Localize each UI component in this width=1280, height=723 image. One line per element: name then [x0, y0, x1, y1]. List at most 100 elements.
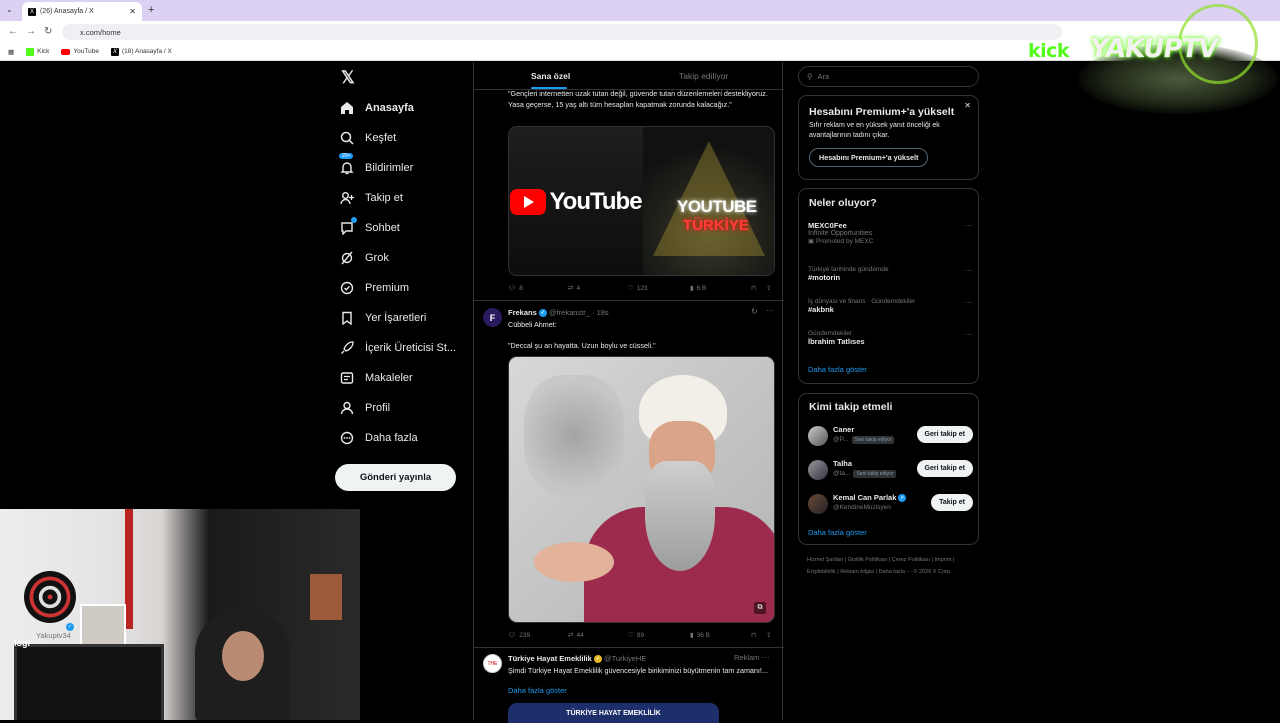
url-input[interactable]: x.com/home	[62, 24, 1062, 40]
x-logo-icon[interactable]: 𝕏	[341, 68, 355, 88]
reload-icon[interactable]: ↻	[44, 26, 52, 37]
tab-for-you[interactable]: Sana özel	[531, 71, 570, 89]
more-options-icon[interactable]: ···	[965, 266, 973, 275]
premium-upgrade-button[interactable]: Hesabını Premium+'a yükselt	[809, 148, 929, 167]
tweet-media[interactable]: YouTube YOUTUBE TÜRKİYE	[508, 126, 775, 276]
follow-suggestion[interactable]: Talha @ta... Seni takip ediyor Geri takip…	[808, 457, 973, 483]
heart-icon: ♡	[628, 632, 634, 639]
tab-search-icon[interactable]: ⌄	[6, 5, 13, 14]
trend-item[interactable]: İş dünyası ve finans · Gündemdekiler #ak…	[808, 298, 973, 314]
repost-button[interactable]: ⇄ 4	[568, 284, 580, 293]
close-icon[interactable]: ✕	[964, 101, 971, 110]
nav-creator-studio[interactable]: İçerik Üreticisi St...	[339, 340, 456, 356]
tweet-photo[interactable]: ⧉	[508, 356, 775, 623]
bookmark-icon: ⊓	[751, 285, 757, 292]
bookmark-x[interactable]: X (18) Anasayfa / X	[110, 47, 172, 56]
tab-following[interactable]: Takip ediliyor	[679, 71, 728, 81]
new-tab-icon[interactable]: +	[148, 4, 154, 16]
follow-suggestion[interactable]: Caner @P... Seni takip ediyor Geri takip …	[808, 423, 973, 449]
grok-explain-icon[interactable]: ↻	[751, 307, 758, 316]
nav-explore[interactable]: Keşfet	[339, 130, 396, 146]
show-more-link[interactable]: Daha fazla göster	[508, 686, 567, 695]
avatar	[808, 426, 828, 446]
reply-button[interactable]: 💬︎ 239	[508, 631, 530, 640]
webcam-frame	[310, 574, 342, 620]
nav-notifications[interactable]: 20+ Bildirimler	[339, 153, 413, 176]
nav-follow[interactable]: Takip et	[339, 190, 403, 206]
trend-item[interactable]: Gündemdekiler İbrahim Tatlıses ···	[808, 330, 973, 346]
heart-icon: ♡	[628, 285, 634, 292]
more-options-icon[interactable]: ···	[766, 306, 774, 315]
follow-button[interactable]: Takip et	[931, 494, 973, 511]
views-icon: ▮	[690, 632, 694, 639]
bookmark-button[interactable]: ⊓	[751, 284, 756, 292]
more-options-icon[interactable]: ···	[965, 221, 973, 230]
youtube-turkiye-sign-image: YOUTUBE TÜRKİYE	[643, 127, 774, 275]
nav-articles[interactable]: Makaleler	[339, 370, 413, 386]
trends-card: Neler oluyor? MEXC0Fee Infinite Opportun…	[798, 188, 979, 384]
tweet-author[interactable]: Türkiye Hayat Emeklilik ✓ @TurkiyeHE	[508, 654, 646, 664]
ad-banner[interactable]: TÜRKİYE HAYAT EMEKLİLİK	[508, 703, 719, 723]
account-more-icon[interactable]: ···	[118, 626, 127, 636]
forward-icon[interactable]: →	[26, 26, 36, 37]
tweet-author[interactable]: Frekans ✓ @frekanstr_ · 18s	[508, 308, 609, 318]
verified-icon: ✓	[538, 309, 547, 318]
nav-grok[interactable]: Grok	[339, 250, 389, 266]
verified-gold-icon: ✓	[593, 655, 602, 664]
repost-button[interactable]: ⇄ 44	[568, 631, 584, 640]
verified-icon: ✓	[898, 494, 907, 503]
chat-icon	[339, 217, 357, 236]
account-switcher[interactable]: akupTV ✓ Yakuptv34	[36, 622, 74, 640]
bookmark-button[interactable]: ⊓	[751, 631, 756, 639]
reply-button[interactable]: 💬︎ 8	[508, 284, 523, 293]
follow-suggestion[interactable]: Kemal Can Parlak ✓ @KendineMuzisyen Taki…	[808, 491, 973, 517]
add-user-icon	[339, 190, 355, 206]
search-icon	[339, 130, 355, 146]
share-button[interactable]: ⇪	[766, 631, 771, 639]
more-options-icon[interactable]: ···	[965, 298, 973, 307]
trend-item[interactable]: MEXC0Fee Infinite Opportunities ▣ Promot…	[808, 221, 973, 245]
webcam-dartboard	[24, 571, 76, 623]
nav-bookmarks[interactable]: Yer İşaretleri	[339, 310, 426, 326]
bookmark-youtube[interactable]: YouTube	[61, 48, 99, 55]
nav-home[interactable]: Anasayfa	[339, 100, 414, 116]
nav-profile[interactable]: Profil	[339, 400, 390, 416]
more-options-icon[interactable]: ···	[965, 330, 973, 339]
show-more-link[interactable]: Daha fazla göster	[808, 365, 867, 374]
apps-icon[interactable]: ▦	[8, 48, 14, 56]
repost-icon: ⇄	[568, 285, 574, 292]
browser-tab-x[interactable]: X (26) Anasayfa / X ✕	[22, 2, 142, 21]
tweet-text: "Gençleri internetten uzak tutan değil, …	[508, 89, 768, 109]
views-button[interactable]: ▮ 36 B	[690, 631, 710, 640]
avatar[interactable]: F	[483, 308, 502, 327]
like-button[interactable]: ♡ 123	[628, 284, 648, 293]
tab-close-icon[interactable]: ✕	[129, 7, 136, 16]
nav-premium[interactable]: Premium	[339, 280, 409, 296]
x-favicon-icon: X	[110, 47, 119, 56]
more-circle-icon	[339, 430, 355, 446]
nav-more[interactable]: Daha fazla	[339, 430, 418, 446]
share-button[interactable]: ⇪	[766, 284, 771, 292]
x-favicon-icon: X	[28, 7, 36, 16]
photo-background	[524, 375, 624, 495]
follow-back-button[interactable]: Geri takip et	[916, 460, 973, 477]
avatar[interactable]: THE	[483, 654, 502, 673]
more-options-icon[interactable]: ···	[762, 653, 770, 662]
bookmark-kick[interactable]: Kick	[26, 47, 49, 56]
article-icon	[339, 370, 355, 386]
show-more-link[interactable]: Daha fazla göster	[808, 528, 867, 537]
views-button[interactable]: ▮ 6 B	[690, 284, 706, 293]
webcam-monitor	[14, 644, 164, 720]
follow-back-button[interactable]: Geri takip et	[916, 426, 973, 443]
trend-item[interactable]: Türkiye tarihinde gündemde #motorin ···	[808, 266, 973, 282]
nav-chat[interactable]: Sohbet	[339, 217, 400, 236]
back-icon[interactable]: ←	[8, 26, 18, 37]
like-button[interactable]: ♡ 89	[628, 631, 644, 640]
tab-title: (26) Anasayfa / X	[40, 8, 94, 15]
footer-links[interactable]: Hizmet Şartları | Gizlilik Politikası | …	[807, 554, 977, 578]
webcam-face	[222, 631, 264, 681]
post-button[interactable]: Gönderi yayınla	[335, 464, 456, 491]
search-input[interactable]: ⚲ Ara	[798, 66, 979, 87]
image-alt-icon[interactable]: ⧉	[754, 602, 766, 614]
notification-badge: 20+	[339, 153, 354, 159]
